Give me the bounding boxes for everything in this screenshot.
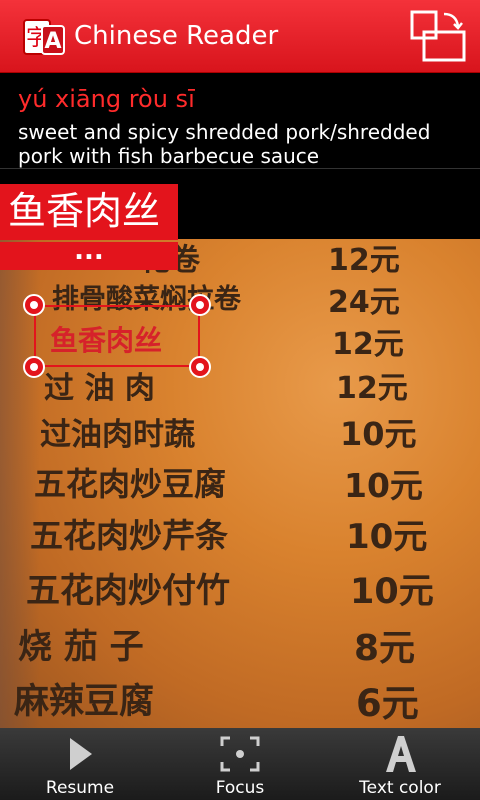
menu-row: 过 油 肉 12元 bbox=[0, 363, 480, 413]
menu-item-price: 10元 bbox=[346, 517, 428, 557]
detected-word-label[interactable]: 鱼香肉丝 bbox=[0, 184, 178, 240]
text-color-button[interactable]: Text color bbox=[320, 728, 480, 800]
svg-text:A: A bbox=[44, 29, 61, 54]
focus-icon bbox=[220, 736, 260, 772]
menu-item-name: 过油肉时蔬 bbox=[40, 417, 195, 453]
rotate-screen-icon[interactable] bbox=[410, 8, 468, 64]
menu-item-price: 24元 bbox=[328, 285, 400, 320]
resume-label: Resume bbox=[45, 778, 115, 798]
menu-item-price: 12元 bbox=[328, 243, 400, 278]
detected-word-text: 鱼香肉丝 bbox=[8, 189, 161, 233]
menu-item-name: 五花肉炒芹条 bbox=[30, 516, 228, 555]
meaning-text: sweet and spicy shredded pork/shredded p… bbox=[18, 120, 431, 168]
focus-label: Focus bbox=[215, 778, 265, 798]
translation-panel: yú xiāng ròu sī sweet and spicy shredded… bbox=[0, 73, 480, 169]
menu-row: 过油肉时蔬 10元 bbox=[0, 409, 480, 459]
menu-item-price: 12元 bbox=[332, 327, 404, 362]
more-button[interactable]: ... bbox=[0, 236, 178, 270]
menu-row: 烧 茄 子 8元 bbox=[0, 619, 480, 669]
menu-row: 五花肉炒付竹 10元 bbox=[0, 563, 480, 613]
menu-item-price: 6元 bbox=[356, 682, 419, 725]
play-icon bbox=[70, 738, 92, 770]
menu-item-name: 五花肉炒付竹 bbox=[26, 571, 230, 611]
menu-row: 麻辣豆腐 6元 bbox=[0, 673, 480, 725]
menu-item-price: 8元 bbox=[354, 628, 416, 669]
menu-item-price: 10元 bbox=[344, 466, 423, 505]
focus-button[interactable]: Focus bbox=[160, 728, 320, 800]
selection-frame[interactable] bbox=[34, 305, 200, 367]
pinyin-text: yú xiāng ròu sī bbox=[18, 85, 195, 113]
menu-item-name: 麻辣豆腐 bbox=[14, 681, 155, 722]
selection-handle-top-left[interactable] bbox=[23, 294, 45, 316]
menu-item-price: 10元 bbox=[350, 572, 434, 612]
menu-row: 五花肉炒豆腐 10元 bbox=[0, 459, 480, 509]
action-bar: 字 A Chinese Reader bbox=[0, 0, 480, 73]
selection-handle-top-right[interactable] bbox=[189, 294, 211, 316]
selection-handle-bottom-left[interactable] bbox=[23, 356, 45, 378]
menu-item-price: 12元 bbox=[336, 371, 408, 406]
menu-row: 五花肉炒芹条 10元 bbox=[0, 509, 480, 559]
menu-item-price: 10元 bbox=[340, 415, 417, 453]
selection-handle-bottom-right[interactable] bbox=[189, 356, 211, 378]
resume-button[interactable]: Resume bbox=[0, 728, 160, 800]
more-text: ... bbox=[74, 236, 104, 266]
text-color-label: Text color bbox=[359, 778, 441, 798]
menu-item-name: 过 油 肉 bbox=[44, 371, 155, 406]
app-title: Chinese Reader bbox=[74, 21, 279, 51]
app-logo-icon: 字 A bbox=[23, 19, 65, 55]
menu-item-name: 烧 茄 子 bbox=[18, 627, 144, 667]
bottom-toolbar: Resume Focus Text color bbox=[0, 728, 480, 800]
menu-item-name: 五花肉炒豆腐 bbox=[34, 465, 227, 503]
text-color-icon bbox=[386, 736, 416, 772]
